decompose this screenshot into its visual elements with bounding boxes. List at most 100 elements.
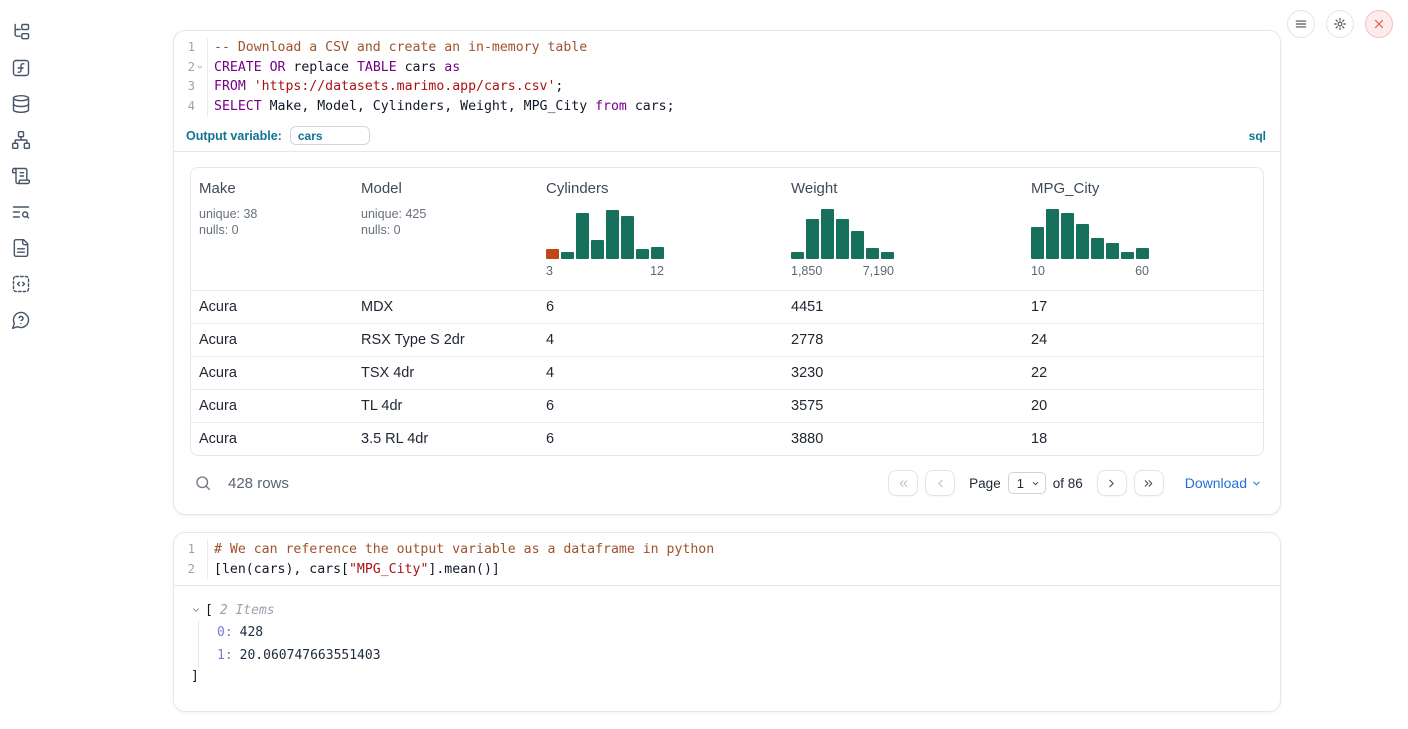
page-label: Page (969, 476, 1001, 491)
code-line: 2 CREATE OR replace TABLE cars as (174, 58, 1280, 78)
cylinders-histogram: 3 12 (546, 207, 664, 278)
python-cell: 1 # We can reference the output variable… (173, 532, 1281, 712)
text-search-icon (11, 202, 31, 222)
first-page-button[interactable] (888, 470, 918, 496)
line-number: 1 (188, 540, 195, 560)
sidebar-item-functions[interactable] (10, 58, 32, 78)
file-tree-icon (11, 22, 31, 42)
double-chevron-left-icon (897, 477, 910, 490)
column-stats: unique: 38nulls: 0 (199, 206, 353, 238)
tree-body: 0:428 1:20.060747663551403 (198, 621, 1264, 667)
collapse-toggle[interactable] (191, 605, 201, 615)
sql-cell: 1 -- Download a CSV and create an in-mem… (173, 30, 1281, 515)
line-number: 3 (188, 77, 195, 97)
page-select[interactable]: 1 (1008, 472, 1046, 494)
chevron-down-icon (1251, 478, 1262, 489)
line-number: 2 (188, 560, 195, 580)
hist-max-label: 60 (1135, 264, 1149, 278)
chevron-down-icon (1031, 479, 1040, 488)
hist-max-label: 7,190 (863, 264, 894, 278)
sidebar-item-logs[interactable] (10, 202, 32, 222)
output-variable-input[interactable] (290, 126, 370, 145)
table-row[interactable]: AcuraTSX 4dr4323022 (191, 356, 1263, 389)
items-count: 2 Items (220, 603, 275, 618)
output-variable-label: Output variable: (186, 129, 282, 143)
scroll-icon (11, 166, 31, 186)
sidebar-item-datasources[interactable] (10, 94, 32, 114)
sidebar-item-scratchpad[interactable] (10, 166, 32, 186)
column-header-make[interactable]: Make unique: 38nulls: 0 (191, 168, 353, 290)
line-number: 2 (188, 58, 195, 78)
download-button[interactable]: Download (1185, 475, 1262, 491)
line-number: 4 (188, 97, 195, 117)
python-code-editor[interactable]: 1 # We can reference the output variable… (174, 533, 1280, 585)
menu-icon (1294, 17, 1308, 31)
column-header-cylinders[interactable]: Cylinders 312 (538, 168, 783, 290)
row-count: 428 rows (228, 475, 289, 492)
chevron-down-icon (191, 605, 201, 615)
hist-min-label: 3 (546, 264, 553, 278)
code-square-icon (11, 274, 31, 294)
code-line: 4 SELECT Make, Model, Cylinders, Weight,… (174, 97, 1280, 117)
hist-max-label: 12 (650, 264, 664, 278)
table-row[interactable]: AcuraMDX6445117 (191, 290, 1263, 323)
message-question-icon (11, 310, 31, 330)
last-page-button[interactable] (1134, 470, 1164, 496)
close-icon (1372, 17, 1386, 31)
table-row[interactable]: Acura3.5 RL 4dr6388018 (191, 422, 1263, 455)
column-header-model[interactable]: Model unique: 425nulls: 0 (353, 168, 538, 290)
table-row[interactable]: AcuraRSX Type S 2dr4277824 (191, 323, 1263, 356)
column-stats: unique: 425nulls: 0 (361, 206, 538, 238)
sidebar (10, 22, 32, 330)
code-line: 3 FROM 'https://datasets.marimo.app/cars… (174, 77, 1280, 97)
code-line: 2 [len(cars), cars["MPG_City"].mean()] (174, 560, 1280, 580)
table-row[interactable]: AcuraTL 4dr6357520 (191, 389, 1263, 422)
pagination: Page 1 of 86 Download (888, 470, 1262, 496)
double-chevron-right-icon (1142, 477, 1155, 490)
language-badge: sql (1249, 129, 1266, 143)
function-square-icon (11, 58, 31, 78)
search-icon (194, 474, 212, 492)
prev-page-button[interactable] (925, 470, 955, 496)
weight-histogram: 1,850 7,190 (791, 207, 894, 278)
code-line: 1 -- Download a CSV and create an in-mem… (174, 38, 1280, 58)
python-cell-output: [ 2 Items 0:428 1:20.060747663551403 ] (174, 585, 1280, 687)
output-variable-bar: Output variable: sql (174, 122, 1280, 152)
table-search-button[interactable] (194, 474, 212, 492)
shutdown-button[interactable] (1365, 10, 1393, 38)
list-item: 0:428 (217, 621, 1264, 644)
sidebar-item-help[interactable] (10, 310, 32, 330)
column-header-weight[interactable]: Weight 1,8507,190 (783, 168, 1023, 290)
hist-min-label: 10 (1031, 264, 1045, 278)
line-number: 1 (188, 38, 195, 58)
menu-button[interactable] (1287, 10, 1315, 38)
code-token: -- Download a CSV and create an in-memor… (214, 40, 587, 55)
mpg-city-histogram: 10 60 (1031, 207, 1149, 278)
sidebar-item-snippets[interactable] (10, 274, 32, 294)
table-header-row: Make unique: 38nulls: 0 Model unique: 42… (191, 168, 1263, 290)
list-item: 1:20.060747663551403 (217, 644, 1264, 667)
fold-arrow-icon[interactable] (195, 61, 205, 73)
sql-cell-output: Make unique: 38nulls: 0 Model unique: 42… (174, 152, 1280, 496)
open-bracket: [ (205, 603, 213, 618)
page-total-label: of 86 (1053, 476, 1083, 491)
code-line: 1 # We can reference the output variable… (174, 540, 1280, 560)
next-page-button[interactable] (1097, 470, 1127, 496)
sidebar-item-file-tree[interactable] (10, 22, 32, 42)
settings-button[interactable] (1326, 10, 1354, 38)
topbar-actions (1287, 10, 1393, 38)
table-footer: 428 rows Page 1 of 86 Download (190, 456, 1264, 496)
file-text-icon (11, 238, 31, 258)
gear-icon (1333, 17, 1347, 31)
sidebar-item-dependency-graph[interactable] (10, 130, 32, 150)
sidebar-item-documentation[interactable] (10, 238, 32, 258)
database-icon (11, 94, 31, 114)
chevron-right-icon (1105, 477, 1118, 490)
network-icon (11, 130, 31, 150)
chevron-left-icon (934, 477, 947, 490)
data-table: Make unique: 38nulls: 0 Model unique: 42… (190, 167, 1264, 456)
sql-code-editor[interactable]: 1 -- Download a CSV and create an in-mem… (174, 31, 1280, 122)
hist-min-label: 1,850 (791, 264, 822, 278)
column-header-mpg-city[interactable]: MPG_City 1060 (1023, 168, 1263, 290)
close-bracket: ] (191, 667, 1264, 687)
